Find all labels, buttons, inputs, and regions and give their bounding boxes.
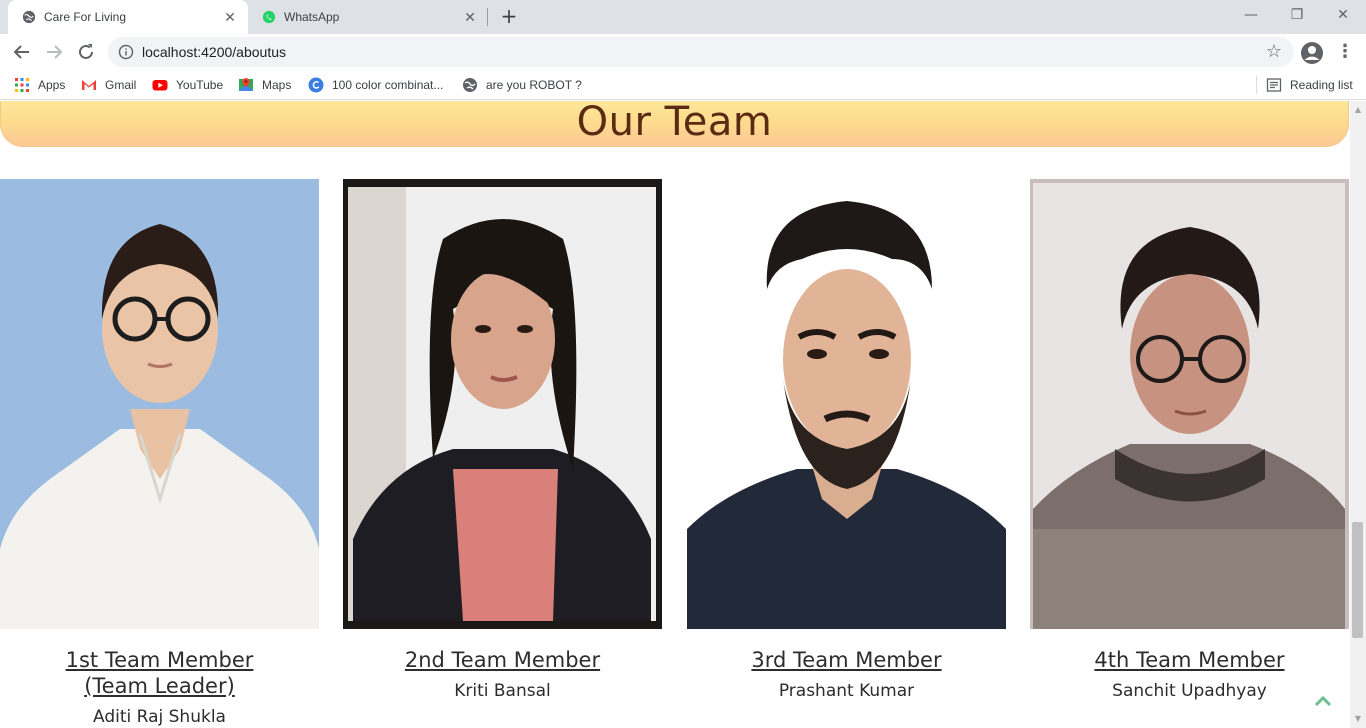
scroll-up-arrow-icon[interactable]: ▲	[1350, 103, 1366, 117]
member-photo	[687, 179, 1006, 629]
person-portrait	[1030, 179, 1349, 629]
bookmark-label: 100 color combinat...	[332, 78, 444, 92]
bookmark-color-combinations[interactable]: 100 color combinat...	[308, 76, 443, 94]
address-bar[interactable]: localhost:4200/aboutus ☆	[108, 37, 1294, 67]
page-title: Our Team	[576, 101, 773, 145]
maps-icon	[239, 78, 253, 91]
bookmark-label: YouTube	[176, 78, 224, 92]
url-text[interactable]: localhost:4200/aboutus	[142, 44, 286, 60]
tab-title: WhatsApp	[284, 10, 340, 24]
member-photo	[0, 179, 319, 629]
reading-list-button[interactable]: Reading list	[1266, 76, 1353, 94]
member-role: 4th Team Member	[1030, 647, 1349, 673]
apps-grid-icon	[15, 78, 29, 92]
whatsapp-icon	[262, 10, 276, 24]
tab-strip: Care For Living ✕ WhatsApp ✕ + — ❐ ✕	[0, 0, 1366, 34]
reading-list-label: Reading list	[1290, 78, 1353, 92]
close-tab-icon[interactable]: ✕	[222, 9, 238, 25]
back-to-top-chevron-icon[interactable]	[1312, 690, 1334, 712]
bookmark-are-you-robot[interactable]: are you ROBOT ?	[462, 76, 582, 94]
member-role-line2: (Team Leader)	[84, 674, 235, 698]
youtube-icon	[152, 80, 168, 91]
tab-divider	[487, 8, 488, 26]
member-role-line1: 4th Team Member	[1094, 648, 1285, 672]
restore-icon[interactable]: ❐	[1286, 6, 1308, 26]
bookmark-star-icon[interactable]: ☆	[1266, 41, 1282, 62]
browser-toolbar: localhost:4200/aboutus ☆ ⋮	[0, 34, 1366, 70]
page-viewport: Our Team 1st Team Member (Team Leader) A…	[0, 101, 1350, 728]
globe-icon	[22, 10, 36, 24]
tab-care-for-living[interactable]: Care For Living ✕	[8, 0, 248, 34]
person-portrait	[687, 179, 1006, 629]
forward-arrow-icon[interactable]	[42, 40, 66, 64]
member-photo	[343, 179, 662, 629]
member-name: Kriti Bansal	[454, 681, 551, 701]
bookmark-gmail[interactable]: Gmail	[81, 76, 136, 94]
member-role: 2nd Team Member	[343, 647, 662, 673]
reload-icon[interactable]	[74, 40, 98, 64]
tab-title: Care For Living	[44, 10, 127, 24]
tab-whatsapp[interactable]: WhatsApp ✕	[248, 0, 488, 34]
bookmark-label: Apps	[38, 78, 66, 92]
bookmark-maps[interactable]: Maps	[238, 76, 291, 94]
bookmark-label: are you ROBOT ?	[486, 78, 582, 92]
member-role: 1st Team Member (Team Leader)	[0, 647, 319, 699]
menu-kebab-icon[interactable]: ⋮	[1336, 40, 1354, 64]
member-role: 3rd Team Member	[687, 647, 1006, 673]
bookmark-label: Maps	[262, 78, 292, 92]
globe-icon	[463, 78, 477, 92]
profile-avatar-icon[interactable]	[1300, 41, 1324, 65]
member-photo	[1030, 179, 1349, 629]
new-tab-button[interactable]: +	[498, 6, 520, 28]
bookmarks-bar: Apps Gmail YouTube Maps 100 color combin…	[0, 70, 1366, 100]
gmail-icon	[82, 80, 96, 90]
member-role-line1: 3rd Team Member	[751, 648, 942, 672]
back-arrow-icon[interactable]	[10, 40, 34, 64]
bookmark-label: Gmail	[105, 78, 137, 92]
close-tab-icon[interactable]: ✕	[462, 9, 478, 25]
person-portrait	[343, 179, 662, 629]
member-role-line1: 2nd Team Member	[404, 648, 601, 672]
member-name: Sanchit Upadhyay	[1112, 681, 1267, 701]
bookmarks-divider	[1256, 76, 1257, 94]
team-heading-banner: Our Team	[0, 101, 1349, 147]
reading-list-icon	[1266, 78, 1282, 92]
bookmark-youtube[interactable]: YouTube	[152, 76, 223, 94]
member-name: Aditi Raj Shukla	[93, 707, 226, 727]
scroll-down-arrow-icon[interactable]: ▼	[1350, 712, 1366, 726]
person-portrait	[0, 179, 319, 629]
member-name: Prashant Kumar	[778, 681, 915, 701]
scrollbar-thumb[interactable]	[1352, 522, 1363, 638]
member-role-line1: 1st Team Member	[65, 648, 254, 672]
bookmark-apps[interactable]: Apps	[14, 76, 65, 94]
minimize-icon[interactable]: —	[1240, 6, 1262, 26]
close-window-icon[interactable]: ✕	[1332, 6, 1354, 26]
info-icon[interactable]	[118, 44, 134, 60]
canva-icon	[308, 77, 324, 93]
